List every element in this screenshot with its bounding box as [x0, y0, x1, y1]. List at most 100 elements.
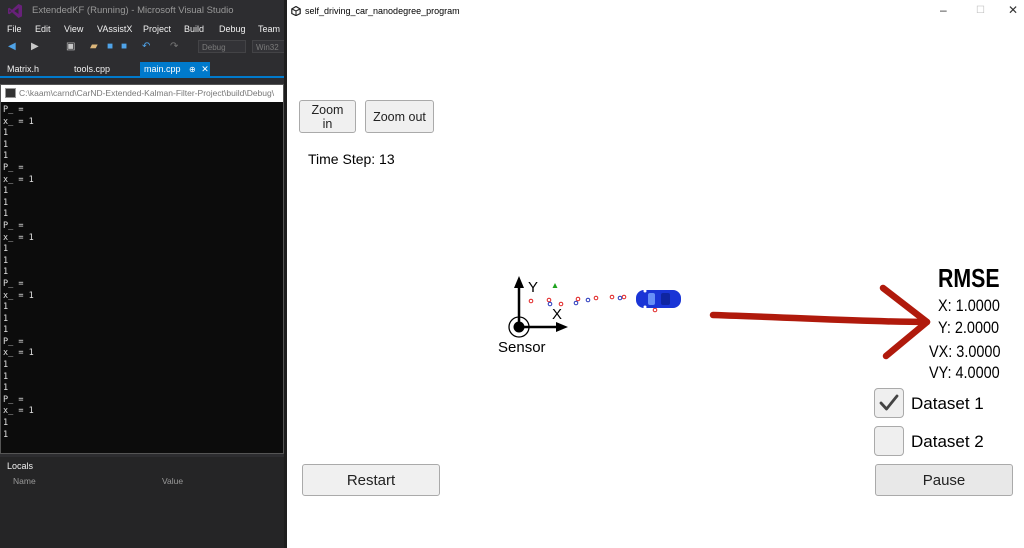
console-line: 1 — [3, 371, 9, 382]
tab-main-cpp[interactable]: main.cpp ⊕ ✕ — [140, 62, 210, 76]
menu-team[interactable]: Team — [258, 24, 280, 34]
console-line: P_ = — [3, 394, 24, 405]
console-line: 1 — [3, 186, 9, 197]
console-line: 1 — [3, 418, 9, 429]
vs-menu-bar: File Edit View VAssistX Project Build De… — [0, 22, 287, 38]
simulator-window: self_driving_car_nanodegree_program – ☐ … — [287, 0, 1024, 548]
open-file-icon[interactable]: ▰ — [90, 41, 98, 53]
checkmark-icon — [879, 394, 899, 411]
dataset-2-label[interactable]: Dataset 2 — [911, 432, 984, 452]
console-line: 1 — [3, 383, 9, 394]
console-line: 1 — [3, 360, 9, 371]
sensor-label: Sensor — [498, 339, 546, 356]
tab-main-cpp-label: main.cpp — [144, 64, 181, 74]
console-path: C:\kaam\carnd\CarND-Extended-Kalman-Filt… — [19, 88, 275, 98]
console-line: 1 — [3, 244, 9, 255]
console-line: x_ = 1 — [3, 290, 34, 301]
console-line: P_ = — [3, 105, 24, 115]
save-all-icon[interactable]: ■ — [121, 41, 127, 53]
redo-icon[interactable]: ↷ — [170, 41, 178, 53]
console-title-bar: C:\kaam\carnd\CarND-Extended-Kalman-Filt… — [1, 85, 283, 102]
laser-marker — [609, 294, 615, 300]
menu-view[interactable]: View — [64, 24, 83, 34]
console-line: x_ = 1 — [3, 348, 34, 359]
console-window: C:\kaam\carnd\CarND-Extended-Kalman-Filt… — [0, 84, 284, 454]
vs-title-bar: ExtendedKF (Running) - Microsoft Visual … — [0, 0, 287, 22]
rmse-x-value: X: 1.0000 — [938, 296, 1000, 315]
locals-column-value[interactable]: Value — [162, 476, 183, 486]
sensor-dot-icon — [513, 321, 525, 333]
new-project-icon[interactable]: ▣ — [66, 41, 75, 53]
menu-file[interactable]: File — [7, 24, 22, 34]
pin-icon[interactable]: ⊕ — [189, 65, 196, 74]
visual-studio-window: ExtendedKF (Running) - Microsoft Visual … — [0, 0, 287, 548]
dataset-1-checkbox[interactable] — [874, 388, 904, 418]
undo-icon[interactable]: ↶ — [142, 41, 150, 53]
console-output: P_ = x_ = 1 1 1 1 P_ = x_ = 1 1 1 1 P_ =… — [3, 105, 283, 453]
console-line: P_ = — [3, 220, 24, 231]
menu-vassistx[interactable]: VAssistX — [97, 24, 132, 34]
console-line: P_ = — [3, 162, 24, 173]
console-line: 1 — [3, 429, 9, 440]
laser-marker — [621, 294, 627, 300]
close-tab-icon[interactable]: ✕ — [201, 64, 209, 74]
rmse-vy-value: VY: 4.0000 — [929, 363, 1000, 382]
rmse-y-value: Y: 2.0000 — [938, 318, 1000, 337]
save-icon[interactable]: ■ — [107, 41, 113, 53]
console-line: 1 — [3, 302, 9, 313]
restart-button[interactable]: Restart — [302, 464, 440, 496]
platform-select[interactable]: Win32 — [252, 40, 287, 53]
tab-matrix-h[interactable]: Matrix.h — [7, 62, 39, 76]
console-line: P_ = — [3, 336, 24, 347]
menu-debug[interactable]: Debug — [219, 24, 246, 34]
vs-tab-strip: Matrix.h tools.cpp main.cpp ⊕ ✕ — [0, 62, 287, 78]
dataset-2-checkbox[interactable] — [874, 426, 904, 456]
back-icon[interactable]: ◀ — [8, 41, 16, 53]
menu-project[interactable]: Project — [143, 24, 171, 34]
visual-studio-logo-icon — [8, 4, 22, 18]
console-line: x_ = 1 — [3, 116, 34, 127]
tab-tools-cpp[interactable]: tools.cpp — [74, 62, 110, 76]
radar-marker — [547, 301, 553, 307]
radar-marker — [573, 300, 579, 306]
locals-title: Locals — [7, 461, 34, 471]
x-axis-label: X — [552, 306, 562, 323]
menu-build[interactable]: Build — [184, 24, 204, 34]
estimate-marker-icon — [552, 283, 558, 288]
locals-column-name[interactable]: Name — [13, 476, 36, 486]
console-line: 1 — [3, 128, 9, 139]
console-line: 1 — [3, 325, 9, 336]
laser-marker — [528, 298, 534, 304]
console-line: 1 — [3, 197, 9, 208]
console-line: 1 — [3, 209, 9, 220]
vs-window-title: ExtendedKF (Running) - Microsoft Visual … — [32, 5, 234, 16]
console-line: 1 — [3, 151, 9, 162]
console-icon — [5, 88, 16, 98]
y-axis-arrowhead — [514, 276, 524, 288]
laser-marker — [593, 295, 599, 301]
console-line: x_ = 1 — [3, 406, 34, 417]
laser-marker — [546, 297, 552, 303]
laser-marker — [652, 307, 658, 313]
console-line: 1 — [3, 313, 9, 324]
red-arrow-shaft — [709, 311, 931, 326]
console-line: 1 — [3, 255, 9, 266]
dataset-1-label[interactable]: Dataset 1 — [911, 394, 984, 414]
console-line: P_ = — [3, 278, 24, 289]
menu-edit[interactable]: Edit — [35, 24, 51, 34]
car-icon — [636, 289, 681, 309]
forward-icon[interactable]: ▶ — [31, 41, 39, 53]
solution-config-select[interactable]: Debug — [198, 40, 246, 53]
console-line: 1 — [3, 267, 9, 278]
radar-marker — [617, 295, 623, 301]
rmse-title: RMSE — [938, 263, 1000, 293]
pause-button[interactable]: Pause — [875, 464, 1013, 496]
console-line: x_ = 1 — [3, 174, 34, 185]
radar-marker — [585, 297, 591, 303]
rmse-vx-value: VX: 3.0000 — [929, 342, 1001, 361]
locals-panel: Locals Name Value — [0, 457, 284, 548]
console-line: 1 — [3, 139, 9, 150]
y-axis-label: Y — [528, 279, 538, 296]
console-line: x_ = 1 — [3, 232, 34, 243]
vs-toolbar: ◀ ▶ ▣ ▰ ■ ■ ↶ ↷ Debug Win32 — [0, 38, 287, 56]
